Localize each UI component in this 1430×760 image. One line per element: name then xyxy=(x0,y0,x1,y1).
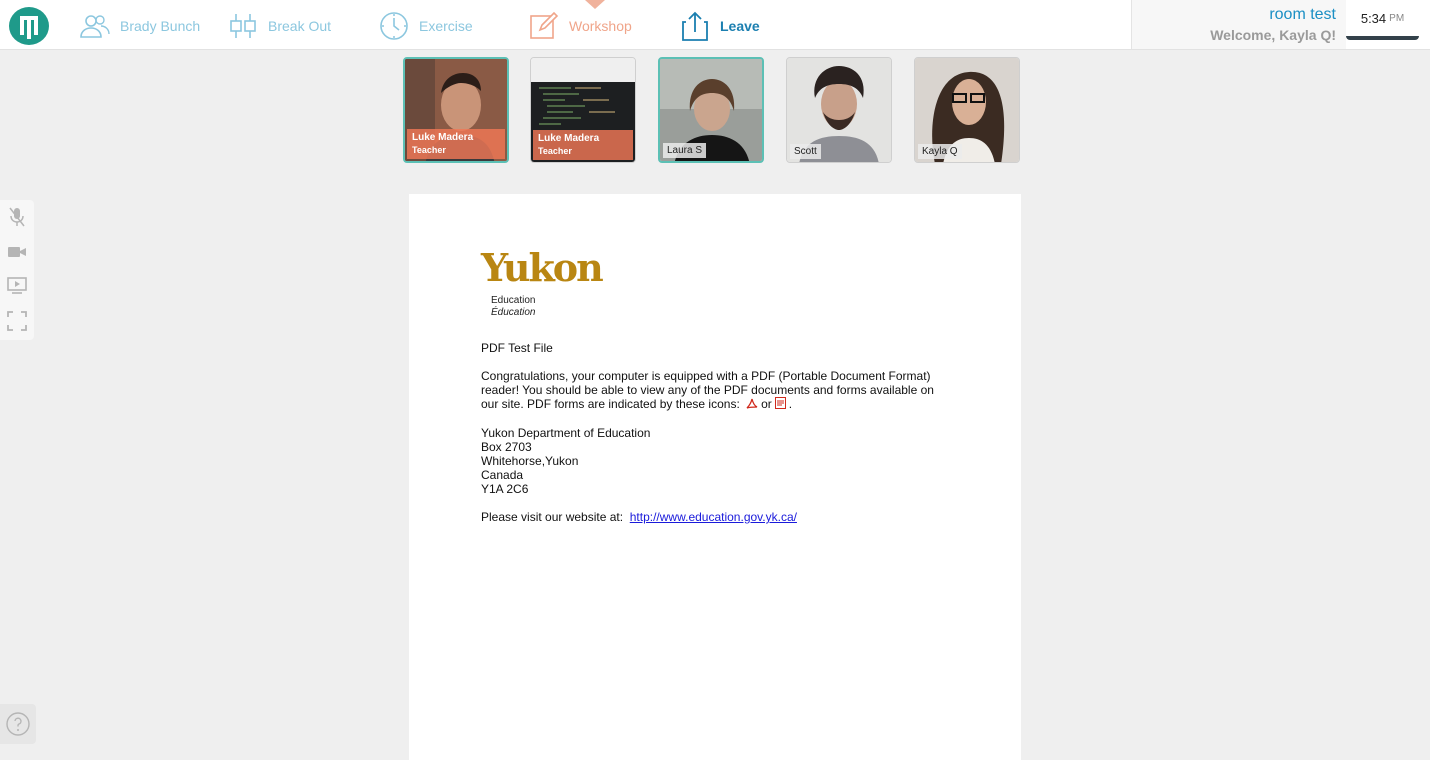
intro-paragraph: Congratulations, your computer is equipp… xyxy=(481,369,934,412)
pdf-file-icon xyxy=(774,397,786,412)
participant-tile[interactable]: Laura S xyxy=(658,57,764,163)
breakout-icon xyxy=(226,9,260,43)
clock-display: 5:34 PM xyxy=(1346,0,1419,40)
pencil-icon xyxy=(527,9,561,43)
pdf-page-content: Yukon Education Éducation PDF Test File … xyxy=(481,246,951,525)
question-icon xyxy=(6,712,30,736)
address-line: Yukon Department of Education xyxy=(481,426,651,440)
share-icon xyxy=(678,9,712,43)
participant-role: Teacher xyxy=(412,145,446,155)
address-line: Y1A 2C6 xyxy=(481,482,529,496)
people-icon xyxy=(78,9,112,43)
pdf-document-viewer: Yukon Education Éducation PDF Test File … xyxy=(409,194,1021,760)
logo-line2: Éducation xyxy=(491,307,536,318)
microphone-icon[interactable] xyxy=(6,206,28,228)
document-title: PDF Test File xyxy=(481,341,553,355)
clock-ampm: PM xyxy=(1389,12,1405,24)
participant-tile[interactable]: Kayla Q xyxy=(914,57,1020,163)
nav-exercise[interactable]: Exercise xyxy=(377,8,473,44)
yukon-education-logo: Yukon Education Éducation xyxy=(481,246,606,321)
nav-break-out[interactable]: Break Out xyxy=(226,8,331,44)
top-bar: Brady Bunch Break Out Exercise Workshop … xyxy=(0,0,1430,50)
welcome-text: Welcome, Kayla Q! xyxy=(1210,27,1336,43)
nav-label: Workshop xyxy=(569,18,632,34)
address-line: Box 2703 xyxy=(481,440,532,454)
clock-icon xyxy=(377,9,411,43)
participant-name: Luke Madera xyxy=(538,133,600,144)
participant-name: Luke Madera xyxy=(412,132,474,143)
participant-tile-screen[interactable]: Luke Madera Teacher xyxy=(530,57,636,163)
room-info: room test Welcome, Kayla Q! xyxy=(1131,0,1346,49)
nav-label: Break Out xyxy=(268,18,332,34)
fullscreen-icon[interactable] xyxy=(6,310,28,332)
acrobat-icon xyxy=(746,398,758,412)
participant-role: Teacher xyxy=(538,146,572,156)
participant-tile[interactable]: Luke Madera Teacher xyxy=(403,57,509,163)
visit-paragraph: Please visit our website at: http://www.… xyxy=(481,510,951,524)
participant-name: Scott xyxy=(790,144,821,159)
nav-label: Leave xyxy=(720,18,760,34)
camera-icon[interactable] xyxy=(6,241,28,263)
teacher-label: Luke Madera Teacher xyxy=(533,130,633,160)
media-toolbar xyxy=(0,200,34,340)
or-text: or xyxy=(761,397,772,411)
participant-tile[interactable]: Scott xyxy=(786,57,892,163)
nav-label: Brady Bunch xyxy=(120,18,201,34)
clock-time: 5:34 xyxy=(1360,10,1387,26)
intro-text: Congratulations, your computer is equipp… xyxy=(481,369,934,411)
address-line: Canada xyxy=(481,468,524,482)
nav-label: Exercise xyxy=(419,18,473,34)
screen-share-icon[interactable] xyxy=(6,275,28,297)
website-link[interactable]: http://www.education.gov.yk.ca/ xyxy=(630,510,797,524)
app-logo-icon[interactable] xyxy=(9,7,49,45)
nav-workshop[interactable]: Workshop xyxy=(527,8,632,44)
teacher-label: Luke Madera Teacher xyxy=(407,129,505,159)
participant-name: Laura S xyxy=(663,143,707,158)
nav-brady-bunch[interactable]: Brady Bunch xyxy=(78,8,200,44)
address-line: Whitehorse,Yukon xyxy=(481,454,579,468)
help-button[interactable] xyxy=(0,704,36,744)
room-name[interactable]: room test xyxy=(1269,6,1336,24)
nav-leave[interactable]: Leave xyxy=(678,8,760,44)
participant-name: Kayla Q xyxy=(918,144,962,159)
logo-word: Yukon xyxy=(481,245,604,290)
visit-label: Please visit our website at: xyxy=(481,510,624,524)
